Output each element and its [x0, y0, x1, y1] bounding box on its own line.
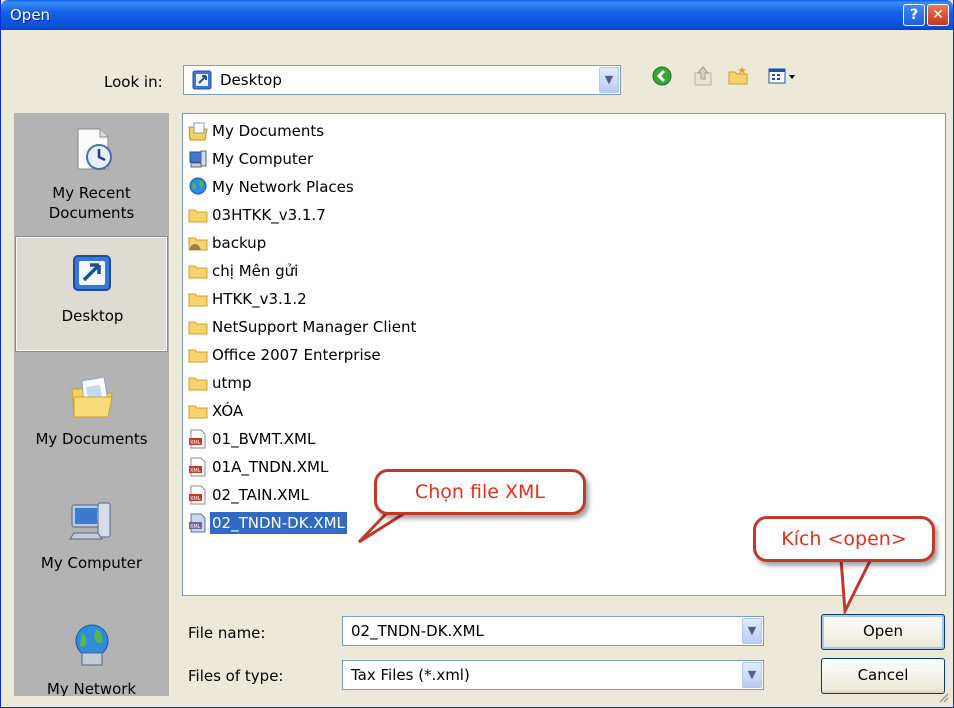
folder-icon [188, 377, 208, 391]
callout-pointer [839, 556, 874, 615]
svg-text:XML: XML [190, 440, 201, 446]
places-item-my-documents[interactable]: My Documents [14, 361, 169, 476]
folder-icon [188, 349, 208, 363]
places-item-label: My Computer [40, 554, 143, 572]
places-item-my-network[interactable]: My Network [14, 609, 169, 696]
desktop-icon [72, 255, 111, 291]
file-name: 02_TNDN-DK.XML [209, 511, 348, 535]
file-name-input[interactable]: 02_TNDN-DK.XML ▼ [342, 616, 764, 646]
folder-icon [188, 293, 208, 307]
folder-icon [188, 265, 208, 279]
look-in-dropdown[interactable]: Desktop ▼ [183, 65, 621, 95]
my-documents-icon [70, 376, 113, 418]
close-button[interactable]: ✕ [927, 4, 949, 26]
title-bar[interactable]: Open ? ✕ [1, 0, 953, 30]
file-name: utmp [212, 374, 252, 392]
open-dialog: Open ? ✕ Look in: Desktop ▼ My Recent Do… [0, 0, 954, 708]
look-in-label: Look in: [104, 73, 163, 91]
desktop-small-icon [192, 70, 212, 90]
up-folder-icon[interactable] [692, 65, 714, 87]
places-item-label: My Recent Documents [48, 184, 135, 222]
look-in-value: Desktop [220, 71, 282, 89]
choose-file-callout: Chọn file XML [374, 469, 586, 515]
my-documents-icon [188, 122, 208, 141]
recent-documents-icon [77, 128, 112, 170]
file-name: HTKK_v3.1.2 [212, 290, 307, 308]
places-item-label: Desktop [61, 307, 124, 325]
folder-icon [188, 405, 208, 419]
file-name: 03HTKK_v3.1.7 [212, 206, 326, 224]
file-name: XÓA [212, 402, 244, 420]
back-icon[interactable] [651, 65, 673, 87]
help-button[interactable]: ? [903, 4, 925, 26]
new-folder-icon[interactable] [727, 65, 749, 87]
file-name: 01A_TNDN.XML [212, 458, 329, 476]
xml-file-icon: XML [189, 457, 206, 477]
folder-icon [188, 209, 208, 223]
places-item-label: My Network [46, 680, 137, 696]
chevron-down-icon[interactable]: ▼ [742, 662, 762, 688]
file-name: NetSupport Manager Client [212, 318, 417, 336]
places-item-desktop[interactable]: Desktop [15, 236, 168, 352]
svg-text:XML: XML [190, 524, 201, 530]
file-type-dropdown[interactable]: Tax Files (*.xml) ▼ [342, 660, 764, 690]
places-bar: My Recent Documents Desktop My Documents [14, 113, 169, 696]
file-name: My Computer [212, 150, 314, 168]
file-name: My Documents [212, 122, 325, 140]
open-button[interactable]: Open [821, 614, 945, 650]
file-name-value: 02_TNDN-DK.XML [351, 622, 484, 640]
file-name: chị Mên gửi [212, 262, 299, 280]
computer-icon [189, 150, 207, 168]
file-name: backup [212, 234, 267, 252]
xml-file-icon: XML [189, 485, 206, 505]
views-menu-icon[interactable] [767, 65, 799, 87]
cancel-button[interactable]: Cancel [821, 658, 945, 694]
places-item-my-computer[interactable]: My Computer [14, 485, 169, 600]
xml-file-icon: XML [189, 513, 206, 533]
file-name: My Network Places [212, 178, 354, 196]
shared-folder-icon [188, 237, 208, 251]
file-type-value: Tax Files (*.xml) [351, 666, 470, 684]
chevron-down-icon[interactable]: ▼ [742, 618, 762, 644]
window-title: Open [10, 6, 51, 24]
click-open-callout: Kích <open> [753, 516, 935, 562]
my-network-icon [75, 624, 108, 666]
xml-file-icon: XML [189, 429, 206, 449]
file-name: 02_TAIN.XML [212, 486, 309, 504]
network-places-icon [189, 177, 207, 195]
svg-text:XML: XML [190, 496, 201, 502]
file-name: 01_BVMT.XML [212, 430, 316, 448]
folder-icon [188, 321, 208, 335]
resize-grip-icon[interactable] [937, 691, 949, 703]
places-item-my-recent-documents[interactable]: My Recent Documents [14, 113, 169, 228]
file-type-label: Files of type: [188, 667, 284, 685]
chevron-down-icon[interactable]: ▼ [599, 67, 619, 93]
svg-text:XML: XML [190, 468, 201, 474]
places-item-label: My Documents [35, 430, 148, 448]
file-name: Office 2007 Enterprise [212, 346, 381, 364]
my-computer-icon [68, 502, 110, 540]
file-name-label: File name: [188, 624, 266, 642]
